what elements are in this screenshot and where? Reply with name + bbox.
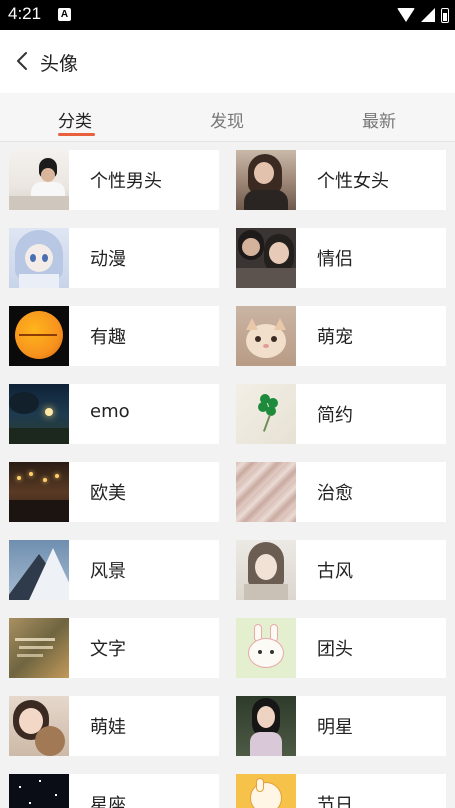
boy-portrait-thumbnail	[9, 150, 69, 210]
category-label: 星座	[90, 795, 126, 808]
category-card-pet[interactable]: 萌宠	[236, 306, 446, 366]
notification-glyph: A	[60, 9, 69, 20]
orange-sun-thumbnail	[9, 306, 69, 366]
category-label: 萌娃	[90, 717, 126, 738]
category-label: 萌宠	[317, 327, 353, 348]
pink-texture-thumbnail	[236, 462, 296, 522]
battery-icon	[441, 7, 449, 23]
category-label: 文字	[90, 639, 126, 660]
signal-icon	[421, 8, 435, 22]
bunny-cartoon-thumbnail	[236, 618, 296, 678]
cat-thumbnail	[236, 306, 296, 366]
status-icons	[397, 6, 449, 24]
category-label: 有趣	[90, 327, 126, 348]
status-bar: 4:21 A	[0, 0, 455, 30]
ancient-style-thumbnail	[236, 540, 296, 600]
category-label: 简约	[317, 405, 353, 426]
category-label: 明星	[317, 717, 353, 738]
category-label: 团头	[317, 639, 353, 660]
category-card-text[interactable]: 文字	[9, 618, 219, 678]
tab-category[interactable]: 分类	[58, 107, 92, 132]
city-lights-thumbnail	[9, 462, 69, 522]
header-bar: 头像	[0, 30, 455, 93]
category-label: 个性女头	[317, 171, 389, 192]
category-label: 欧美	[90, 483, 126, 504]
festival-cartoon-thumbnail	[236, 774, 296, 808]
category-card-western[interactable]: 欧美	[9, 462, 219, 522]
starry-night-thumbnail	[9, 774, 69, 808]
category-card-celebrity[interactable]: 明星	[236, 696, 446, 756]
category-card-boy[interactable]: 个性男头	[9, 150, 219, 210]
category-card-baby[interactable]: 萌娃	[9, 696, 219, 756]
page-title: 头像	[40, 53, 79, 75]
category-label: 治愈	[317, 483, 353, 504]
category-label: emo	[90, 401, 130, 422]
category-card-healing[interactable]: 治愈	[236, 462, 446, 522]
tab-discover[interactable]: 发现	[210, 107, 244, 132]
clover-thumbnail	[236, 384, 296, 444]
night-tree-thumbnail	[9, 384, 69, 444]
category-card-girl[interactable]: 个性女头	[236, 150, 446, 210]
couple-thumbnail	[236, 228, 296, 288]
girl-portrait-thumbnail	[236, 150, 296, 210]
category-card-anime[interactable]: 动漫	[9, 228, 219, 288]
category-label: 节日	[317, 795, 353, 808]
tab-active-indicator	[58, 133, 95, 136]
category-card-group[interactable]: 团头	[236, 618, 446, 678]
status-time: 4:21	[8, 4, 42, 23]
anime-girl-thumbnail	[9, 228, 69, 288]
chevron-left-icon[interactable]	[14, 50, 32, 72]
baby-girl-thumbnail	[9, 696, 69, 756]
category-card-couple[interactable]: 情侣	[236, 228, 446, 288]
wifi-icon	[397, 8, 415, 22]
category-label: 风景	[90, 561, 126, 582]
category-label: 情侣	[317, 249, 353, 270]
category-label: 个性男头	[90, 171, 162, 192]
notification-icon: A	[58, 8, 71, 21]
text-blur-thumbnail	[9, 618, 69, 678]
tab-bar: 分类 发现 最新	[0, 93, 455, 142]
category-label: 动漫	[90, 249, 126, 270]
category-card-simple[interactable]: 简约	[236, 384, 446, 444]
celebrity-thumbnail	[236, 696, 296, 756]
category-card-zodiac[interactable]: 星座	[9, 774, 219, 808]
category-card-festival[interactable]: 节日	[236, 774, 446, 808]
category-label: 古风	[317, 561, 353, 582]
category-card-scenery[interactable]: 风景	[9, 540, 219, 600]
tab-latest[interactable]: 最新	[362, 107, 396, 132]
snow-mountain-thumbnail	[9, 540, 69, 600]
category-card-ancient[interactable]: 古风	[236, 540, 446, 600]
category-card-fun[interactable]: 有趣	[9, 306, 219, 366]
category-card-emo[interactable]: emo	[9, 384, 219, 444]
